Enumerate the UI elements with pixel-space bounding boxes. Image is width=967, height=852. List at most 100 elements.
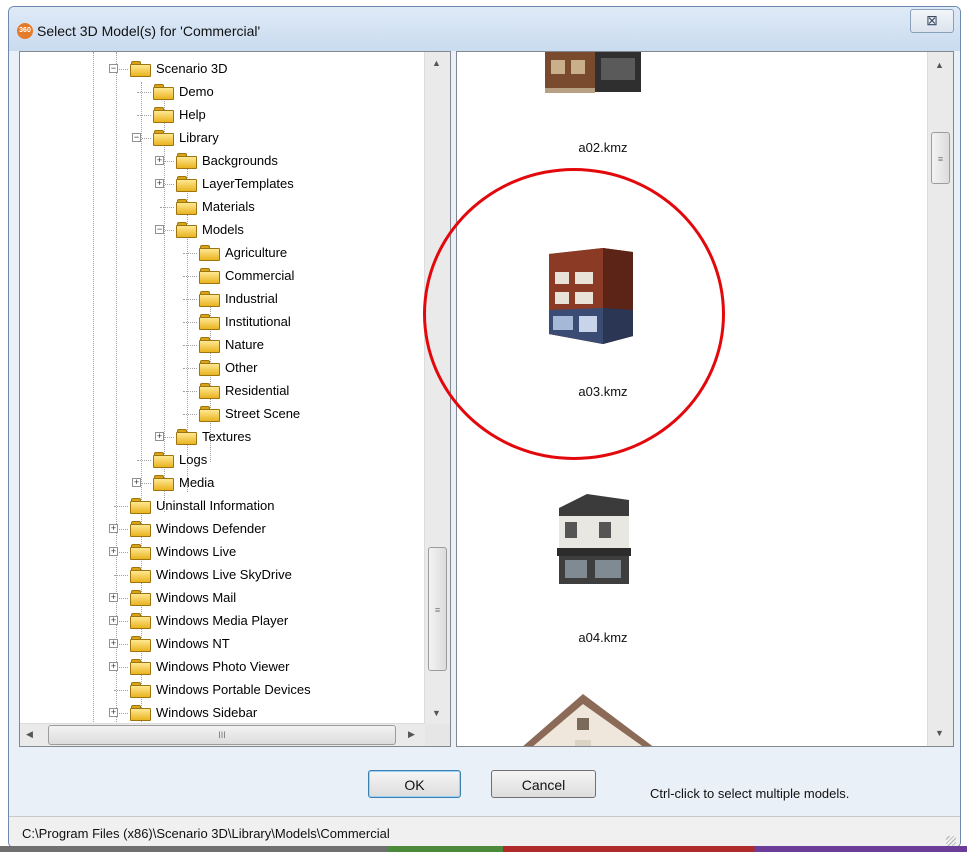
scroll-up-icon[interactable]: ▲ [432,58,441,68]
scroll-down-icon[interactable]: ▼ [935,728,944,738]
tree-item[interactable]: + Windows Photo Viewer [20,656,425,679]
tree-item[interactable]: Other [20,357,425,380]
title-bar[interactable]: 360 Select 3D Model(s) for 'Commercial' … [9,7,960,51]
tree-item[interactable]: Help [20,104,425,127]
tree-item[interactable]: Materials [20,196,425,219]
tree-item-label: Scenario 3D [156,61,228,76]
folder-icon [176,199,197,215]
tree-item[interactable]: + Backgrounds [20,150,425,173]
tree-item[interactable]: + Windows Mail [20,587,425,610]
folder-icon [199,268,220,284]
tree-item[interactable]: Commercial [20,265,425,288]
expand-icon[interactable]: + [109,616,118,625]
tree-item-label: Textures [202,429,252,444]
tree-item[interactable]: Institutional [20,311,425,334]
model-label[interactable]: a03.kmz [523,384,683,399]
status-bar: C:\Program Files (x86)\Scenario 3D\Libra… [9,816,960,847]
tree-item-label: Windows Mail [156,590,237,605]
model-thumbnail-a05[interactable] [513,688,663,747]
tree-hscroll-thumb[interactable]: III [48,725,396,745]
scroll-up-icon[interactable]: ▲ [935,60,944,70]
expand-icon[interactable]: + [109,662,118,671]
tree-item[interactable]: + Media [20,472,425,495]
tree-branch-line [114,575,128,576]
tree-item[interactable]: Windows Live SkyDrive [20,564,425,587]
folder-icon [130,682,151,698]
tree-item[interactable]: Uninstall Information [20,495,425,518]
scroll-down-icon[interactable]: ▼ [432,708,441,718]
expand-icon[interactable]: + [132,478,141,487]
tree-item-label: Windows NT [156,636,230,651]
tree-item[interactable]: + Windows Defender [20,518,425,541]
expand-icon[interactable]: + [109,639,118,648]
tree-item[interactable]: − Scenario 3D [20,58,425,81]
folder-icon [153,107,174,123]
folder-icon [176,176,197,192]
expand-icon[interactable]: + [109,708,118,717]
tree-item[interactable]: Nature [20,334,425,357]
model-thumbnail-pane: a02.kmz a03.kmz a04.kmz ▲ ≡ ▼ [456,51,954,747]
folder-icon [199,314,220,330]
cancel-button[interactable]: Cancel [491,770,596,798]
ok-button[interactable]: OK [368,770,461,798]
tree-item[interactable]: + Textures [20,426,425,449]
tree-item[interactable]: − Models [20,219,425,242]
collapse-icon[interactable]: − [132,133,141,142]
tree-vertical-scrollbar[interactable]: ▲ ≡ ▼ [424,52,450,724]
tree-item[interactable]: + Windows Live [20,541,425,564]
model-thumbnail-a03[interactable] [541,246,641,346]
tree-item-label: Windows Defender [156,521,266,536]
tree-item[interactable]: Street Scene [20,403,425,426]
model-label[interactable]: a02.kmz [523,140,683,155]
expand-icon[interactable]: + [155,156,164,165]
tree-item[interactable]: Industrial [20,288,425,311]
resize-grip-icon[interactable] [946,836,956,846]
tree-item[interactable]: + LayerTemplates [20,173,425,196]
tree-item-label: Windows Sidebar [156,705,258,720]
folder-icon [130,590,151,606]
tree-item[interactable]: − Library [20,127,425,150]
tree-item-label: LayerTemplates [202,176,294,191]
tree-branch-line [114,690,128,691]
expand-icon[interactable]: + [155,179,164,188]
scroll-left-icon[interactable]: ◀ [26,729,33,740]
tree-item[interactable]: Residential [20,380,425,403]
tree-item-label: Institutional [225,314,291,329]
expand-icon[interactable]: + [155,432,164,441]
collapse-icon[interactable]: − [109,64,118,73]
tree-item[interactable]: Demo [20,81,425,104]
model-label[interactable]: a04.kmz [523,630,683,645]
tree-branch-line [183,391,197,392]
folder-icon [130,544,151,560]
collapse-icon[interactable]: − [155,225,164,234]
tree-branch-line [183,368,197,369]
tree-item-label: Media [179,475,215,490]
tree-item[interactable]: + Windows NT [20,633,425,656]
model-scroll-thumb[interactable]: ≡ [931,132,950,184]
folder-icon [153,130,174,146]
tree-item-label: Agriculture [225,245,288,260]
tree-horizontal-scrollbar[interactable]: ◀ III ▶ [20,723,425,746]
scroll-right-icon[interactable]: ▶ [408,729,415,740]
tree-item-label: Windows Photo Viewer [156,659,290,674]
status-path: C:\Program Files (x86)\Scenario 3D\Libra… [22,826,390,841]
tree-item[interactable]: Agriculture [20,242,425,265]
expand-icon[interactable]: + [109,547,118,556]
tree-branch-line [137,92,151,93]
tree-item[interactable]: + Windows Media Player [20,610,425,633]
model-thumbnail-a02[interactable] [537,52,657,100]
folder-icon [199,383,220,399]
folder-icon [130,613,151,629]
tree-item[interactable]: Logs [20,449,425,472]
expand-icon[interactable]: + [109,524,118,533]
tree-item[interactable]: Windows Portable Devices [20,679,425,702]
tree-item-label: Logs [179,452,208,467]
expand-icon[interactable]: + [109,593,118,602]
model-thumbnail-a04[interactable] [543,490,639,590]
tree-item[interactable]: + Windows Sidebar [20,702,425,724]
tree-scroll-thumb[interactable]: ≡ [428,547,447,671]
model-vertical-scrollbar[interactable]: ▲ ≡ ▼ [927,52,953,746]
tree-branch-line [183,253,197,254]
close-button[interactable]: ⊠ [910,9,954,33]
tree-item-label: Industrial [225,291,278,306]
